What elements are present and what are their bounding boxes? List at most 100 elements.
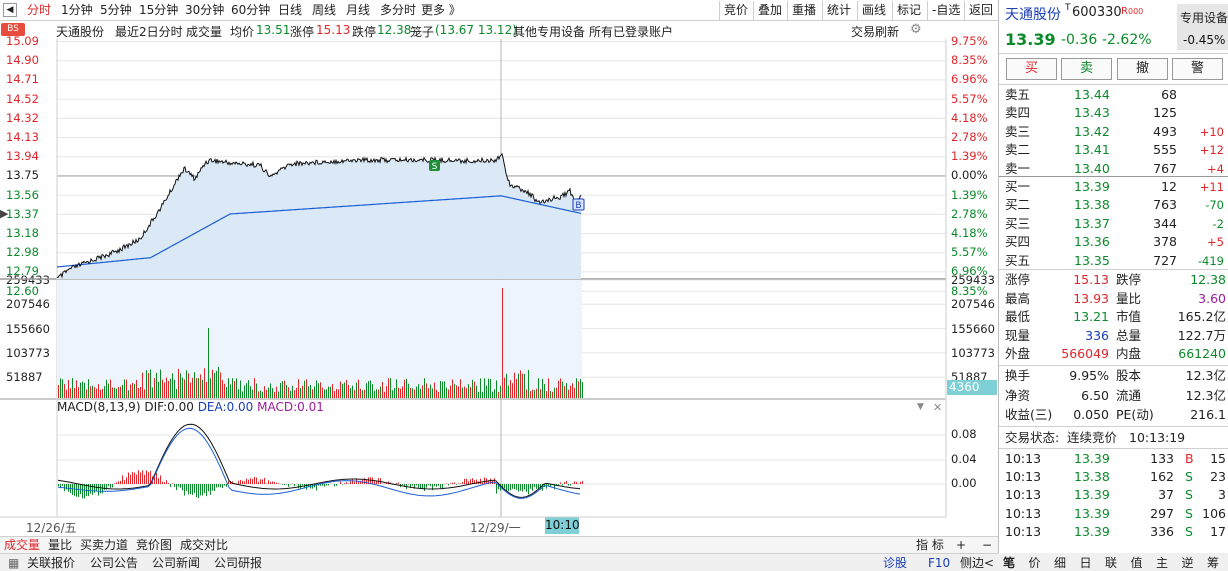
indicator-tabs: 成交量 量比 买卖力道 竞价图 成交对比 指 标 + − <box>0 536 998 553</box>
mark-button[interactable]: 标记 <box>892 1 925 20</box>
auction-button[interactable]: 竞价 <box>719 1 752 20</box>
bid-row[interactable]: 买四 13.36 378 +5 <box>999 233 1228 251</box>
tick-side: S <box>1185 505 1193 521</box>
tab-30min[interactable]: 30分钟 <box>185 2 224 19</box>
cage-value: (13.67 13.12) <box>435 23 517 37</box>
level-volume: 12 <box>1161 179 1177 194</box>
right-nav-tab[interactable]: 主 <box>1156 554 1168 571</box>
volume-bar <box>144 389 145 398</box>
right-nav-tab[interactable]: 联 <box>1105 554 1117 571</box>
trade-refresh-button[interactable]: 交易刷新 <box>851 23 899 40</box>
zoom-out-button[interactable]: − <box>982 538 992 553</box>
tab-volume[interactable]: 成交量 <box>4 538 40 553</box>
volume-bar <box>188 373 189 398</box>
stats-button[interactable]: 统计 <box>822 1 855 20</box>
tab-15min[interactable]: 15分钟 <box>139 2 178 19</box>
tab-auction-chart[interactable]: 竞价图 <box>136 538 172 553</box>
tab-60min[interactable]: 60分钟 <box>231 2 270 19</box>
back-arrow-icon[interactable]: ◀ <box>3 3 17 17</box>
tab-5min[interactable]: 5分钟 <box>100 2 132 19</box>
right-nav-tab[interactable]: 值 <box>1131 554 1143 571</box>
tab-monthly[interactable]: 月线 <box>346 2 370 19</box>
grid-icon[interactable]: ▦ <box>8 555 19 571</box>
alert-button[interactable]: 警 <box>1172 58 1223 80</box>
volume-bar <box>78 387 79 398</box>
macd-bar <box>324 484 325 487</box>
status-announcements[interactable]: 公司公告 <box>90 555 138 571</box>
tab-volume-ratio[interactable]: 量比 <box>48 538 72 553</box>
right-nav-tab[interactable]: 价 <box>1029 554 1041 571</box>
level-volume: 68 <box>1161 87 1177 102</box>
ask-row[interactable]: 卖四 13.43 125 <box>999 104 1228 122</box>
volume-bar <box>460 379 461 398</box>
f10-button[interactable]: F10 <box>928 555 950 571</box>
tab-buy-sell-power[interactable]: 买卖力道 <box>80 538 128 553</box>
right-nav-tab[interactable]: 筹 <box>1207 554 1219 571</box>
tab-1min[interactable]: 1分钟 <box>61 2 93 19</box>
replay-button[interactable]: 重播 <box>787 1 820 20</box>
bid-row[interactable]: 买二 13.38 763 -70 <box>999 196 1228 214</box>
right-nav-tab[interactable]: 逆 <box>1182 554 1194 571</box>
right-nav-tab[interactable]: 细 <box>1054 554 1066 571</box>
sell-button[interactable]: 卖 <box>1061 58 1112 80</box>
intraday-chart[interactable]: S B <box>0 39 998 536</box>
right-nav-tab[interactable]: 笔 <box>1003 554 1015 571</box>
macd-bar <box>166 480 167 484</box>
bid-row[interactable]: 买三 13.37 344 -2 <box>999 215 1228 233</box>
level-price: 13.40 <box>1074 160 1110 176</box>
sector-tag[interactable]: 专用设备 -0.45% <box>1177 4 1228 50</box>
ask-row[interactable]: 卖二 13.41 555 +12 <box>999 141 1228 159</box>
macd-bar <box>90 484 91 494</box>
tick-price: 13.39 <box>1074 487 1110 503</box>
tab-daily[interactable]: 日线 <box>278 2 302 19</box>
volume-bar <box>238 389 239 398</box>
side-toggle-button[interactable]: 侧边< <box>960 555 994 571</box>
status-research[interactable]: 公司研报 <box>214 555 262 571</box>
macd-bar <box>524 484 525 490</box>
bid-row[interactable]: 买一 13.39 12 +11 <box>999 178 1228 196</box>
tab-more[interactable]: 更多 》 <box>421 2 461 19</box>
settings-gear-icon[interactable]: ⚙ <box>910 22 922 37</box>
ask-row[interactable]: 卖三 13.42 493 +10 <box>999 123 1228 141</box>
macd-bar <box>82 484 83 499</box>
volume-bar <box>356 382 357 398</box>
bid-row[interactable]: 买五 13.35 727 -419 <box>999 252 1228 270</box>
diagnose-button[interactable]: 诊股 <box>883 555 907 571</box>
overlay-button[interactable]: 叠加 <box>753 1 786 20</box>
volume-bar <box>464 386 465 398</box>
tab-trade-compare[interactable]: 成交对比 <box>180 538 228 553</box>
volume-bar <box>136 379 137 398</box>
cancel-order-button[interactable]: 撤 <box>1117 58 1168 80</box>
ask-row[interactable]: 卖五 13.44 68 <box>999 86 1228 104</box>
macd-bar <box>466 478 467 484</box>
trade-state: 交易状态: 连续竞价 10:13:19 <box>999 429 1228 447</box>
volume-bar <box>346 379 347 398</box>
tab-fenshi[interactable]: 分时 <box>27 2 51 19</box>
macd-bar <box>326 484 327 486</box>
macd-bar <box>278 483 279 484</box>
right-nav-tab[interactable]: 日 <box>1080 554 1092 571</box>
status-related-quote[interactable]: 关联报价 <box>27 555 75 571</box>
indicator-button[interactable]: 指 标 <box>916 538 944 553</box>
stat-row: 现量 336 总量 122.7万 <box>999 327 1228 345</box>
volume-bar <box>538 378 539 398</box>
return-button[interactable]: 返回 <box>964 1 997 20</box>
macd-bar <box>450 483 451 484</box>
self-select-button[interactable]: -自选 <box>927 1 964 20</box>
draw-line-button[interactable]: 画线 <box>857 1 890 20</box>
account-selector[interactable]: 所有已登录账户 <box>589 23 673 40</box>
macd-bar <box>250 478 251 484</box>
stock-title[interactable]: 天通股份 <box>1005 4 1061 24</box>
ask-row[interactable]: 卖一 13.40 767 +4 <box>999 160 1228 178</box>
volume-bar <box>518 373 519 398</box>
macd-bar <box>286 484 287 485</box>
macd-bar <box>138 470 139 484</box>
tab-weekly[interactable]: 周线 <box>312 2 336 19</box>
tab-multi-fenshi[interactable]: 多分时 <box>380 2 416 19</box>
macd-bar <box>248 479 249 484</box>
macd-bar <box>188 484 189 495</box>
status-news[interactable]: 公司新闻 <box>152 555 200 571</box>
stat-label: 股本 <box>1116 368 1142 383</box>
buy-button[interactable]: 买 <box>1006 58 1057 80</box>
zoom-in-button[interactable]: + <box>956 538 966 553</box>
